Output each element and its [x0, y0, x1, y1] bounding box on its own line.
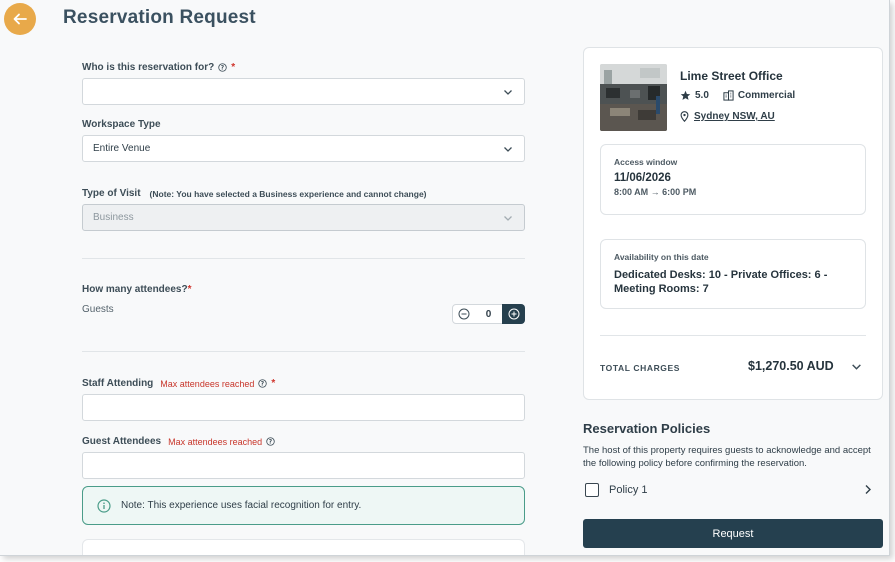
- guests-label: Guests: [82, 304, 114, 315]
- access-date: 11/06/2026: [614, 172, 671, 184]
- guest-attendees-label: Guest Attendees Max attendees reached ?: [82, 436, 275, 447]
- guest-attendees-input[interactable]: [82, 452, 525, 479]
- access-label: Access window: [614, 157, 678, 167]
- section-divider: [82, 258, 525, 259]
- visit-select: Business: [82, 204, 525, 231]
- chevron-down-icon: [504, 216, 512, 221]
- location-pin-icon: [680, 111, 689, 122]
- request-button[interactable]: Request: [583, 519, 883, 548]
- policy-checkbox[interactable]: [585, 483, 599, 497]
- required-mark: *: [271, 378, 276, 389]
- chevron-down-icon: [504, 90, 512, 95]
- total-label: TOTAL CHARGES: [600, 363, 681, 373]
- guest-attendees-error: Max attendees reached: [168, 436, 263, 447]
- info-icon: [97, 498, 111, 513]
- venue-meta: 5.0 Commercial: [680, 90, 809, 101]
- section-divider: [82, 351, 525, 352]
- decrement-button[interactable]: [453, 305, 475, 323]
- venue-name: Lime Street Office: [680, 69, 783, 83]
- staff-error: Max attendees reached: [160, 378, 255, 389]
- policies-description: The host of this property requires guest…: [583, 445, 871, 469]
- office-photo: [600, 64, 667, 131]
- staff-label: Staff Attending Max attendees reached ? …: [82, 378, 276, 389]
- availability-label: Availability on this date: [614, 252, 709, 262]
- access-time: 8:00 AM → 6:00 PM: [614, 187, 697, 197]
- building-icon: [723, 90, 734, 101]
- page-title: Reservation Request: [63, 7, 256, 28]
- chevron-right-icon: [865, 485, 871, 494]
- visit-note: (Note: You have selected a Business expe…: [149, 188, 427, 199]
- app-window: Reservation Request Who is this reservat…: [0, 0, 890, 556]
- guests-count: 0: [485, 308, 492, 320]
- summary-card: Lime Street Office 5.0 Commercial Sydney…: [583, 47, 883, 400]
- policies-title: Reservation Policies: [583, 421, 711, 436]
- minus-circle-icon: [458, 308, 470, 320]
- arrow-left-icon: [13, 13, 27, 25]
- access-window-box: Access window 11/06/2026 8:00 AM → 6:00 …: [600, 144, 866, 215]
- guests-stepper: 0: [452, 304, 525, 324]
- summary-divider: [600, 335, 866, 336]
- policy-item[interactable]: Policy 1: [585, 481, 875, 499]
- help-icon[interactable]: ?: [266, 437, 275, 446]
- star-icon: [680, 90, 691, 100]
- chevron-down-icon: [504, 147, 512, 152]
- chevron-down-icon[interactable]: [851, 361, 862, 372]
- back-button[interactable]: [4, 3, 36, 35]
- workspace-select[interactable]: Entire Venue: [82, 135, 525, 162]
- policy-label: Policy 1: [609, 484, 648, 496]
- who-label: Who is this reservation for? ? *: [82, 62, 236, 73]
- required-mark: *: [231, 62, 236, 73]
- workspace-label: Workspace Type: [82, 119, 161, 130]
- help-icon[interactable]: ?: [218, 63, 227, 72]
- availability-box: Availability on this date Dedicated Desk…: [600, 239, 866, 309]
- total-amount: $1,270.50 AUD: [748, 359, 834, 373]
- help-icon[interactable]: ?: [258, 379, 268, 388]
- info-note: Note: This experience uses facial recogn…: [82, 486, 525, 525]
- plus-circle-icon: [508, 308, 519, 320]
- attendees-label: How many attendees? *: [82, 284, 192, 295]
- venue-category: Commercial: [737, 90, 796, 101]
- location-link[interactable]: Sydney NSW, AU: [694, 111, 775, 122]
- required-mark: *: [187, 284, 192, 295]
- staff-input[interactable]: [82, 394, 525, 421]
- venue-location: Sydney NSW, AU: [680, 111, 775, 122]
- visit-label: Type of Visit (Note: You have selected a…: [82, 188, 427, 199]
- next-section-card: [82, 539, 525, 555]
- venue-image: [600, 64, 667, 131]
- who-select[interactable]: [82, 78, 525, 105]
- availability-text: Dedicated Desks: 10 - Private Offices: 6…: [614, 269, 828, 295]
- venue-rating: 5.0: [695, 90, 709, 101]
- increment-button[interactable]: [502, 304, 525, 324]
